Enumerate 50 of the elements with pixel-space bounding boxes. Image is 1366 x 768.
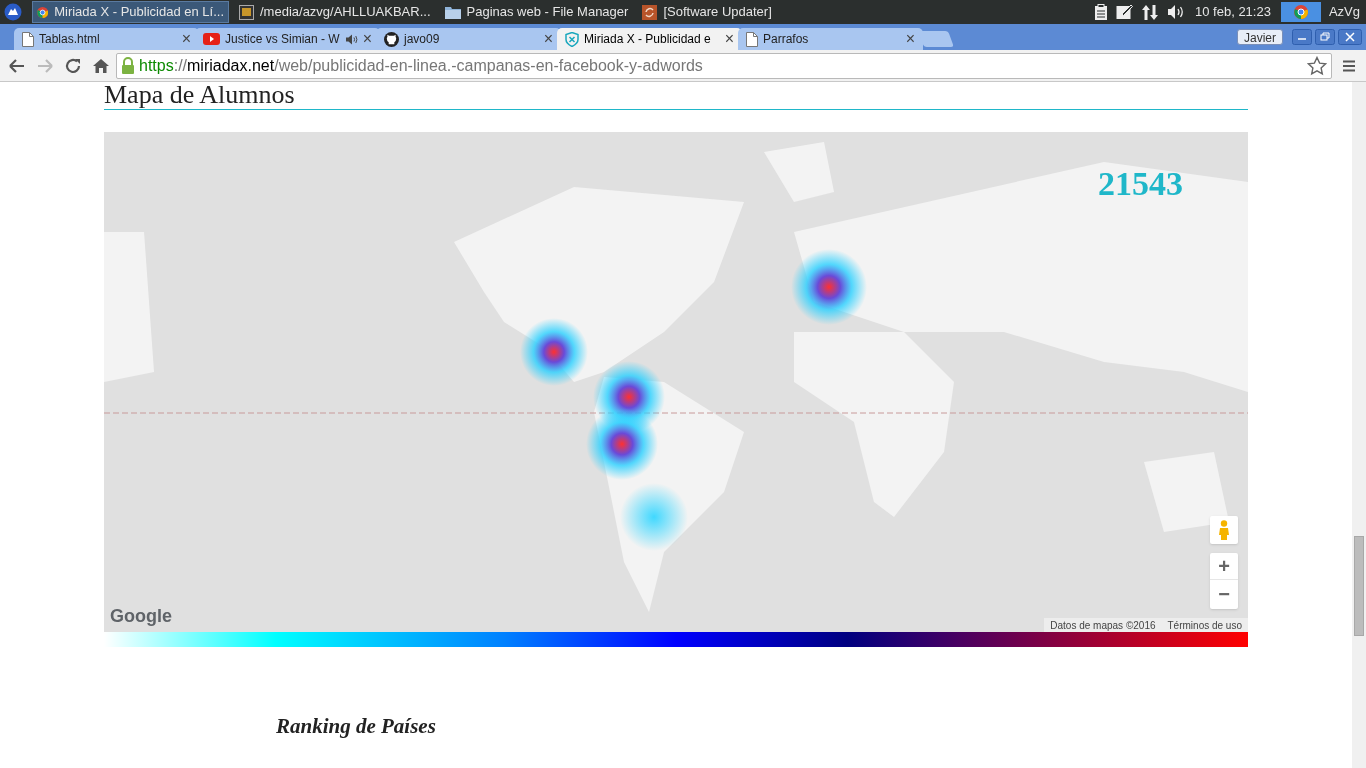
padlock-icon: [121, 56, 135, 75]
volume-icon[interactable]: [1167, 4, 1185, 20]
close-tab-button[interactable]: ×: [362, 31, 372, 47]
speaker-icon[interactable]: [345, 33, 358, 45]
profile-button[interactable]: Javier: [1237, 29, 1283, 45]
folder-icon: [444, 5, 461, 19]
network-arrows-icon[interactable]: [1141, 3, 1159, 21]
taskbar-button[interactable]: Miriada X - Publicidad en Lí...: [32, 1, 229, 23]
minimize-icon[interactable]: [1292, 29, 1312, 45]
browser-launcher-button[interactable]: [1280, 2, 1321, 22]
map-logo: Google: [110, 605, 172, 628]
clock-text: 10 feb, 21:23: [1195, 3, 1271, 22]
terminal-icon: [239, 4, 254, 20]
clipboard-icon[interactable]: [1094, 3, 1108, 21]
reload-icon[interactable]: [64, 56, 82, 75]
chrome-icon: [37, 4, 49, 20]
refresh-icon: [642, 4, 658, 20]
shield-icon: [565, 31, 579, 47]
close-icon[interactable]: [1338, 29, 1362, 45]
notes-icon[interactable]: [1116, 4, 1133, 20]
close-tab-button[interactable]: ×: [724, 31, 734, 47]
star-icon[interactable]: [1307, 55, 1327, 76]
cat-silhouette-icon: [384, 31, 399, 47]
page-icon: [746, 31, 758, 47]
close-tab-button[interactable]: ×: [905, 31, 915, 47]
chrome-icon: [1293, 5, 1308, 19]
taskbar-button[interactable]: Paginas web - File Manager: [440, 1, 633, 23]
map-attribution: Datos de mapas ©2016: [1050, 618, 1156, 632]
terms-link[interactable]: Términos de uso: [1167, 617, 1242, 632]
url-text: https://miriadax.net/web/publicidad-en-linea.-campanas-en-facebook-y-adwords: [139, 55, 703, 76]
page-icon: [22, 31, 34, 47]
menu-icon[interactable]: [1342, 58, 1356, 73]
ranking-title: Ranking de Países: [276, 713, 437, 740]
address-bar[interactable]: https://miriadax.net/web/publicidad-en-linea.-campanas-en-facebook-y-adwords: [116, 52, 1332, 79]
home-icon[interactable]: [92, 57, 110, 74]
taskbar-button[interactable]: /media/azvg/AHLLUAKBAR...: [235, 1, 435, 23]
scrollbar-thumb[interactable]: [1354, 536, 1364, 636]
section-heading: Mapa de Alumnos: [104, 81, 295, 109]
restore-icon[interactable]: [1315, 29, 1335, 45]
browser-tab[interactable]: Parrafos ×: [738, 28, 923, 50]
user-name[interactable]: AzVg: [1328, 2, 1360, 22]
back-icon[interactable]: [8, 57, 26, 74]
close-tab-button[interactable]: ×: [181, 31, 191, 47]
zoom-out-button[interactable]: −: [1210, 580, 1238, 608]
zoom-in-button[interactable]: +: [1210, 553, 1238, 580]
video-play-icon: [203, 33, 220, 45]
taskbar-button[interactable]: [Software Updater]: [638, 1, 776, 23]
close-tab-button[interactable]: ×: [543, 31, 553, 47]
pegman-icon: [1218, 520, 1230, 540]
student-count: 21543: [1098, 164, 1183, 204]
